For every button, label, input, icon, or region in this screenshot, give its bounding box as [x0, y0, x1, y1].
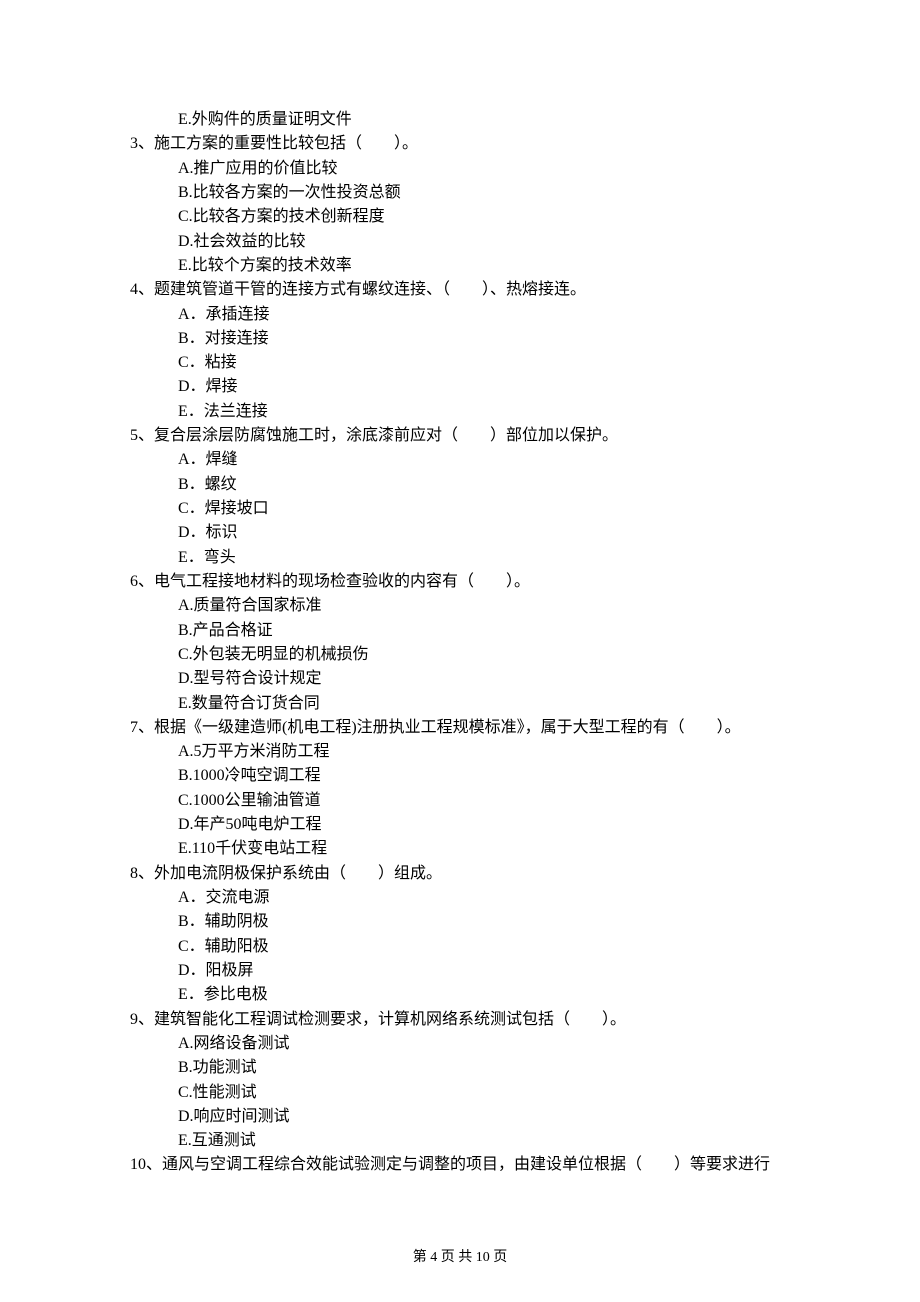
option: D．标识	[178, 521, 790, 545]
options-group: A.5万平方米消防工程B.1000冷吨空调工程C.1000公里输油管道D.年产5…	[130, 740, 790, 862]
question-5: 5、复合层涂层防腐蚀施工时，涂底漆前应对（ ）部位加以保护。A．焊缝B．螺纹C．…	[130, 424, 790, 570]
page-footer: 第 4 页 共 10 页	[0, 1247, 920, 1268]
option: B．对接连接	[178, 327, 790, 351]
options-group: A．焊缝B．螺纹C．焊接坡口D．标识E．弯头	[130, 448, 790, 570]
option: A.网络设备测试	[178, 1032, 790, 1056]
option: D．阳极屏	[178, 959, 790, 983]
options-group: A.质量符合国家标准B.产品合格证C.外包装无明显的机械损伤D.型号符合设计规定…	[130, 594, 790, 716]
option: C.外包装无明显的机械损伤	[178, 643, 790, 667]
prev-question-options: E.外购件的质量证明文件	[130, 108, 790, 132]
option: B.产品合格证	[178, 619, 790, 643]
option: A．交流电源	[178, 886, 790, 910]
question-stem: 10、通风与空调工程综合效能试验测定与调整的项目，由建设单位根据（ ）等要求进行	[130, 1153, 790, 1177]
option: E.互通测试	[178, 1129, 790, 1153]
question-10: 10、通风与空调工程综合效能试验测定与调整的项目，由建设单位根据（ ）等要求进行	[130, 1153, 790, 1177]
question-stem: 6、电气工程接地材料的现场检查验收的内容有（ ）。	[130, 570, 790, 594]
option: A.5万平方米消防工程	[178, 740, 790, 764]
question-7: 7、根据《一级建造师(机电工程)注册执业工程规模标准》，属于大型工程的有（ ）。…	[130, 716, 790, 862]
question-stem: 4、题建筑管道干管的连接方式有螺纹连接、（ ）、热熔接连。	[130, 278, 790, 302]
option: B．辅助阴极	[178, 910, 790, 934]
question-stem: 8、外加电流阴极保护系统由（ ）组成。	[130, 862, 790, 886]
option: C.1000公里输油管道	[178, 789, 790, 813]
option: D.型号符合设计规定	[178, 667, 790, 691]
option-prev-e: E.外购件的质量证明文件	[178, 108, 790, 132]
options-group: A.网络设备测试B.功能测试C.性能测试D.响应时间测试E.互通测试	[130, 1032, 790, 1154]
question-stem: 9、建筑智能化工程调试检测要求，计算机网络系统测试包括（ ）。	[130, 1008, 790, 1032]
option: D.年产50吨电炉工程	[178, 813, 790, 837]
option: E．参比电极	[178, 983, 790, 1007]
question-9: 9、建筑智能化工程调试检测要求，计算机网络系统测试包括（ ）。A.网络设备测试B…	[130, 1008, 790, 1154]
option: E．法兰连接	[178, 400, 790, 424]
option: A．焊缝	[178, 448, 790, 472]
option: B.功能测试	[178, 1056, 790, 1080]
option: E.数量符合订货合同	[178, 692, 790, 716]
option: C.性能测试	[178, 1081, 790, 1105]
question-stem: 7、根据《一级建造师(机电工程)注册执业工程规模标准》，属于大型工程的有（ ）。	[130, 716, 790, 740]
option: A.推广应用的价值比较	[178, 157, 790, 181]
questions-list: 3、施工方案的重要性比较包括（ ）。A.推广应用的价值比较B.比较各方案的一次性…	[130, 132, 790, 1177]
option: D.响应时间测试	[178, 1105, 790, 1129]
page-container: E.外购件的质量证明文件 3、施工方案的重要性比较包括（ ）。A.推广应用的价值…	[0, 0, 920, 1302]
option: C.比较各方案的技术创新程度	[178, 205, 790, 229]
option: C．辅助阳极	[178, 935, 790, 959]
option: E.110千伏变电站工程	[178, 837, 790, 861]
option: D.社会效益的比较	[178, 230, 790, 254]
option: D．焊接	[178, 375, 790, 399]
question-stem: 3、施工方案的重要性比较包括（ ）。	[130, 132, 790, 156]
option: E.比较个方案的技术效率	[178, 254, 790, 278]
option: A.质量符合国家标准	[178, 594, 790, 618]
options-group: A.推广应用的价值比较B.比较各方案的一次性投资总额C.比较各方案的技术创新程度…	[130, 157, 790, 279]
option: C．粘接	[178, 351, 790, 375]
options-group: A．承插连接B．对接连接C．粘接D．焊接E．法兰连接	[130, 303, 790, 425]
question-8: 8、外加电流阴极保护系统由（ ）组成。A．交流电源B．辅助阴极C．辅助阳极D．阳…	[130, 862, 790, 1008]
question-stem: 5、复合层涂层防腐蚀施工时，涂底漆前应对（ ）部位加以保护。	[130, 424, 790, 448]
question-3: 3、施工方案的重要性比较包括（ ）。A.推广应用的价值比较B.比较各方案的一次性…	[130, 132, 790, 278]
option: E．弯头	[178, 546, 790, 570]
options-group: A．交流电源B．辅助阴极C．辅助阳极D．阳极屏E．参比电极	[130, 886, 790, 1008]
question-4: 4、题建筑管道干管的连接方式有螺纹连接、（ ）、热熔接连。A．承插连接B．对接连…	[130, 278, 790, 424]
option: B．螺纹	[178, 473, 790, 497]
option: B.1000冷吨空调工程	[178, 764, 790, 788]
option: A．承插连接	[178, 303, 790, 327]
option: C．焊接坡口	[178, 497, 790, 521]
option: B.比较各方案的一次性投资总额	[178, 181, 790, 205]
question-6: 6、电气工程接地材料的现场检查验收的内容有（ ）。A.质量符合国家标准B.产品合…	[130, 570, 790, 716]
